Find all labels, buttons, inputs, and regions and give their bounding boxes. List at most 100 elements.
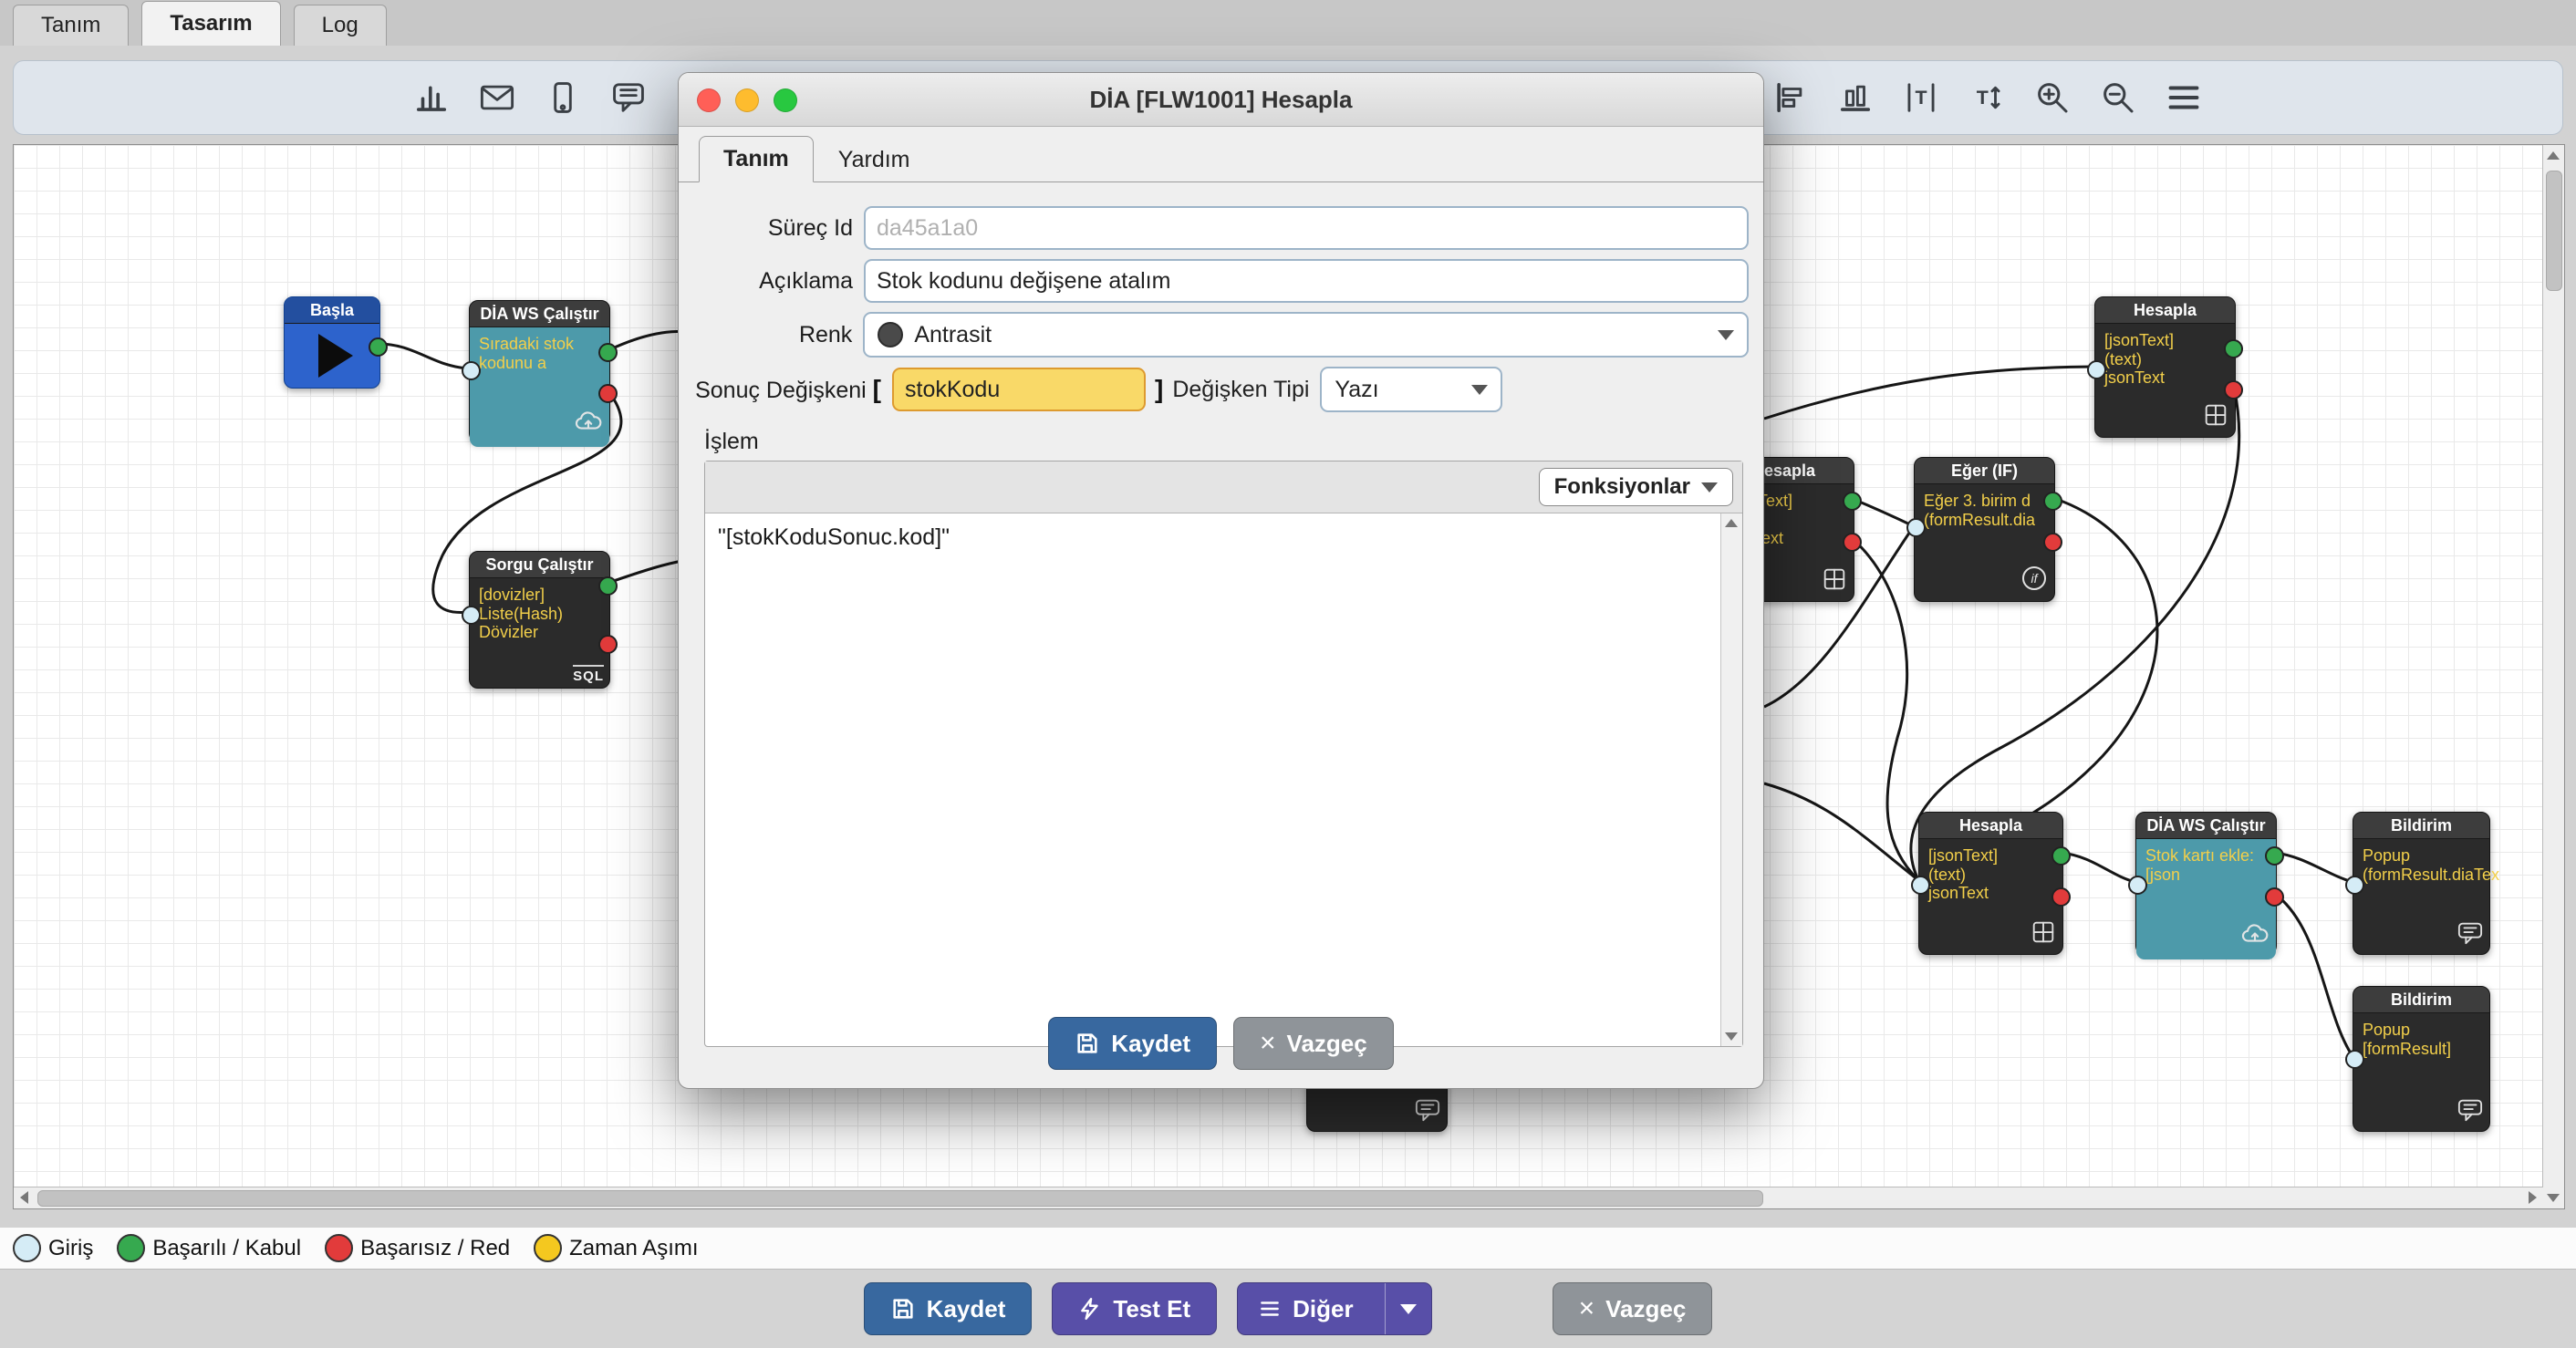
legend-label: Başarısız / Red — [360, 1236, 510, 1261]
port-input[interactable] — [1911, 876, 1930, 895]
port-success[interactable] — [598, 343, 618, 362]
node-sorgu-calistir[interactable]: Sorgu Çalıştır [dovizler] Liste(Hash) Dö… — [469, 551, 610, 689]
port-fail[interactable] — [1843, 533, 1862, 552]
dialog-titlebar[interactable]: DİA [FLW1001] Hesapla — [679, 73, 1763, 127]
port-success[interactable] — [369, 337, 388, 357]
legend-label: Giriş — [48, 1236, 93, 1261]
other-dropdown-toggle[interactable] — [1385, 1283, 1431, 1334]
port-fail[interactable] — [2051, 887, 2071, 907]
maximize-icon[interactable] — [774, 88, 797, 112]
tab-tanim[interactable]: Tanım — [13, 5, 129, 46]
editor-scrollbar[interactable] — [1720, 513, 1742, 1046]
bracket-close: ] — [1155, 375, 1163, 404]
legend-zaman-asimi: Zaman Aşımı — [534, 1234, 698, 1262]
legend-label: Başarılı / Kabul — [152, 1236, 301, 1261]
minimize-icon[interactable] — [735, 88, 759, 112]
test-button[interactable]: Test Et — [1052, 1282, 1217, 1335]
svg-text:if: if — [2031, 571, 2040, 586]
port-success[interactable] — [2265, 846, 2284, 866]
dialog-tab-tanim[interactable]: Tanım — [699, 136, 814, 182]
mobile-icon[interactable] — [543, 78, 583, 118]
node-eger-if[interactable]: Eğer (IF) Eğer 3. birim d (formResult.di… — [1914, 457, 2055, 602]
port-success[interactable] — [1843, 492, 1862, 511]
svg-text:T: T — [1977, 87, 1989, 109]
node-hesapla-top[interactable]: Hesapla [jsonText] (text) jsonText — [2094, 296, 2236, 438]
port-input[interactable] — [462, 606, 481, 625]
cancel-button[interactable]: × Vazgeç — [1553, 1282, 1713, 1335]
legend-basarisiz: Başarısız / Red — [325, 1234, 510, 1262]
sonuc-degiskeni-input[interactable] — [892, 368, 1146, 411]
node-dia-ws-1[interactable]: DİA WS Çalıştır Sıradaki stok kodunu a — [469, 300, 610, 442]
port-fail[interactable] — [598, 384, 618, 403]
port-fail[interactable] — [598, 635, 618, 654]
port-input[interactable] — [462, 361, 481, 380]
dialog-title: DİA [FLW1001] Hesapla — [679, 86, 1763, 114]
node-hesapla-bottom[interactable]: Hesapla [jsonText] (text) jsonText — [1918, 812, 2063, 955]
scroll-thumb[interactable] — [37, 1190, 1763, 1207]
port-input[interactable] — [2087, 360, 2106, 379]
align-bottom-icon[interactable] — [1835, 78, 1875, 118]
dialog-form: Süreç Id Açıklama Renk Antrasit Sonuç De… — [679, 182, 1763, 412]
save-button[interactable]: Kaydet — [864, 1282, 1033, 1335]
cancel-label: Vazgeç — [1605, 1295, 1686, 1323]
node-bildirim-2[interactable]: Bildirim Popup [formResult] — [2353, 986, 2490, 1132]
close-x-icon: × — [1260, 1030, 1276, 1057]
aciklama-input[interactable] — [864, 259, 1749, 303]
tab-tanim-label: Tanım — [41, 13, 100, 38]
save-label: Kaydet — [927, 1295, 1006, 1323]
close-icon[interactable] — [697, 88, 721, 112]
port-fail[interactable] — [2224, 380, 2243, 399]
chevron-down-icon — [1471, 385, 1488, 395]
close-x-icon: × — [1579, 1295, 1595, 1322]
degisken-tipi-select[interactable]: Yazı — [1320, 367, 1502, 412]
success-port-swatch — [117, 1234, 145, 1262]
port-input[interactable] — [2128, 876, 2147, 895]
tab-log[interactable]: Log — [294, 5, 387, 46]
scroll-thumb[interactable] — [2546, 171, 2562, 291]
node-properties-dialog: DİA [FLW1001] Hesapla Tanım Yardım Süreç… — [678, 72, 1764, 1089]
fonksiyonlar-button[interactable]: Fonksiyonlar — [1539, 468, 1733, 506]
node-bildirim-1[interactable]: Bildirim Popup (formResult.diaTex — [2353, 812, 2490, 955]
text-width-icon[interactable]: T — [1901, 78, 1941, 118]
tab-tasarim[interactable]: Tasarım — [141, 1, 280, 46]
renk-label: Renk — [679, 322, 852, 348]
chevron-down-icon — [1701, 482, 1718, 493]
chat-icon[interactable] — [608, 78, 649, 118]
dialog-cancel-button[interactable]: × Vazgeç — [1233, 1017, 1394, 1070]
surec-id-input[interactable] — [864, 206, 1749, 250]
zoom-in-icon[interactable] — [2032, 78, 2072, 118]
footer-actions: Kaydet Test Et Diğer × Vazgeç — [0, 1270, 2576, 1348]
zoom-out-icon[interactable] — [2098, 78, 2138, 118]
speech-icon — [2457, 1097, 2484, 1127]
dialog-tab-yardim[interactable]: Yardım — [814, 137, 935, 182]
port-success[interactable] — [2224, 339, 2243, 358]
node-basla[interactable]: Başla — [284, 296, 380, 389]
dialog-tab-yardim-label: Yardım — [838, 147, 910, 172]
canvas-vertical-scrollbar[interactable] — [2542, 145, 2564, 1208]
renk-select[interactable]: Antrasit — [863, 312, 1749, 358]
port-success[interactable] — [2051, 846, 2071, 866]
mail-icon[interactable] — [477, 78, 517, 118]
save-icon — [890, 1296, 916, 1322]
port-fail[interactable] — [2043, 533, 2062, 552]
port-fail[interactable] — [2265, 887, 2284, 907]
menu-icon[interactable] — [2164, 78, 2204, 118]
other-button[interactable]: Diğer — [1237, 1282, 1431, 1335]
node-title: DİA WS Çalıştır — [2136, 813, 2276, 839]
text-height-icon[interactable]: T — [1967, 78, 2007, 118]
chevron-down-icon — [1400, 1304, 1417, 1314]
islem-editor[interactable]: "[stokKoduSonuc.kod]" — [705, 513, 1721, 1046]
dialog-save-button[interactable]: Kaydet — [1048, 1017, 1217, 1070]
port-input[interactable] — [2345, 876, 2364, 895]
align-left-icon[interactable] — [1770, 78, 1810, 118]
chart-icon[interactable] — [411, 78, 452, 118]
port-success[interactable] — [598, 576, 618, 596]
port-legend: Giriş Başarılı / Kabul Başarısız / Red Z… — [0, 1228, 2576, 1270]
node-dia-ws-2[interactable]: DİA WS Çalıştır Stok kartı ekle: [json — [2135, 812, 2277, 955]
port-success[interactable] — [2043, 492, 2062, 511]
renk-value: Antrasit — [914, 322, 992, 348]
port-input[interactable] — [2345, 1050, 2364, 1069]
canvas-horizontal-scrollbar[interactable] — [14, 1187, 2543, 1208]
port-input[interactable] — [1906, 518, 1926, 537]
speech-icon — [2457, 920, 2484, 950]
